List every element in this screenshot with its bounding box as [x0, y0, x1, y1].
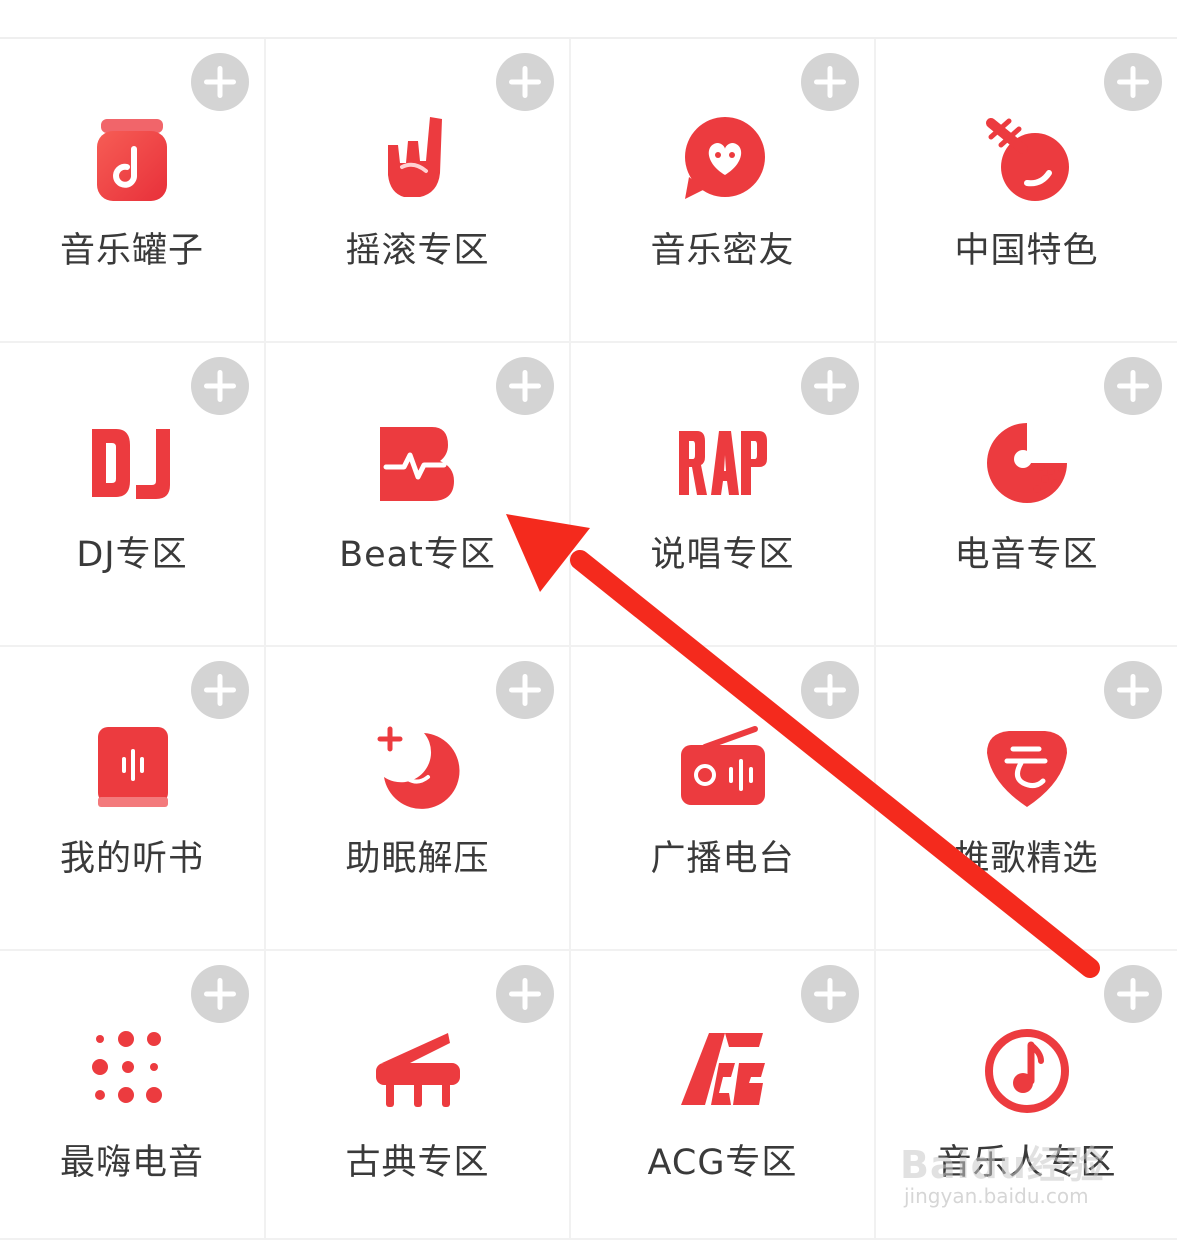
- tile-label: 摇滚专区: [345, 231, 490, 271]
- tile-hi-electronic[interactable]: 最嗨电音: [0, 951, 266, 1240]
- tile-label: 最嗨电音: [59, 1143, 204, 1183]
- tile-acg[interactable]: ACG专区: [571, 951, 876, 1240]
- feature-grid: 音乐罐子 摇滚专区 音乐密友 中国特色 DJ专区 Beat专区 说唱专区 电音专…: [0, 37, 1177, 1240]
- plus-circle-icon[interactable]: [496, 357, 554, 415]
- tile-music-buddy[interactable]: 音乐密友: [571, 39, 876, 343]
- plus-circle-icon[interactable]: [191, 357, 249, 415]
- tile-label: 古典专区: [345, 1143, 490, 1183]
- piano-icon: [370, 1023, 466, 1119]
- tile-electronic[interactable]: 电音专区: [876, 343, 1177, 647]
- dj-icon: [84, 415, 180, 511]
- tile-label: Beat专区: [339, 535, 496, 575]
- rock-hand-icon: [370, 111, 466, 207]
- plus-circle-icon[interactable]: [1104, 661, 1162, 719]
- tile-audiobook[interactable]: 我的听书: [0, 647, 266, 951]
- tile-label: 电音专区: [954, 535, 1099, 575]
- plus-circle-icon[interactable]: [496, 53, 554, 111]
- plus-circle-icon[interactable]: [191, 661, 249, 719]
- plus-circle-icon[interactable]: [496, 661, 554, 719]
- pipa-icon: [979, 111, 1075, 207]
- tile-label: 音乐密友: [650, 231, 795, 271]
- tile-label: 助眠解压: [345, 839, 490, 879]
- tile-chinese-style[interactable]: 中国特色: [876, 39, 1177, 343]
- recommend-pick-icon: [979, 719, 1075, 815]
- tile-label: 说唱专区: [650, 535, 795, 575]
- tile-classical[interactable]: 古典专区: [266, 951, 571, 1240]
- tile-music-jar[interactable]: 音乐罐子: [0, 39, 266, 343]
- audiobook-icon: [84, 719, 180, 815]
- tile-label: 中国特色: [954, 231, 1099, 271]
- plus-circle-icon[interactable]: [191, 965, 249, 1023]
- plus-circle-icon[interactable]: [1104, 357, 1162, 415]
- tile-recommend[interactable]: 推歌精选: [876, 647, 1177, 951]
- plus-circle-icon[interactable]: [801, 53, 859, 111]
- tile-label: 广播电台: [650, 839, 795, 879]
- tile-rock[interactable]: 摇滚专区: [266, 39, 571, 343]
- tile-radio[interactable]: 广播电台: [571, 647, 876, 951]
- tile-beat[interactable]: Beat专区: [266, 343, 571, 647]
- tile-label: 音乐人专区: [936, 1143, 1117, 1183]
- tile-label: DJ专区: [76, 535, 188, 575]
- tile-label: 我的听书: [59, 839, 204, 879]
- tile-sleep[interactable]: 助眠解压: [266, 647, 571, 951]
- tile-dj[interactable]: DJ专区: [0, 343, 266, 647]
- music-jar-icon: [84, 111, 180, 207]
- plus-circle-icon[interactable]: [801, 965, 859, 1023]
- beat-icon: [370, 415, 466, 511]
- electronic-disc-icon: [979, 415, 1075, 511]
- acg-icon: [675, 1023, 771, 1119]
- plus-circle-icon[interactable]: [496, 965, 554, 1023]
- heart-chat-icon: [675, 111, 771, 207]
- tile-musician[interactable]: 音乐人专区: [876, 951, 1177, 1240]
- tile-label: 推歌精选: [954, 839, 1099, 879]
- plus-circle-icon[interactable]: [801, 357, 859, 415]
- dot-matrix-icon: [84, 1023, 180, 1119]
- plus-circle-icon[interactable]: [1104, 965, 1162, 1023]
- moon-icon: [370, 719, 466, 815]
- musician-note-icon: [979, 1023, 1075, 1119]
- radio-icon: [675, 719, 771, 815]
- tile-rap[interactable]: 说唱专区: [571, 343, 876, 647]
- tile-label: ACG专区: [647, 1143, 798, 1183]
- rap-icon: [675, 415, 771, 511]
- plus-circle-icon[interactable]: [191, 53, 249, 111]
- plus-circle-icon[interactable]: [1104, 53, 1162, 111]
- plus-circle-icon[interactable]: [801, 661, 859, 719]
- tile-label: 音乐罐子: [59, 231, 204, 271]
